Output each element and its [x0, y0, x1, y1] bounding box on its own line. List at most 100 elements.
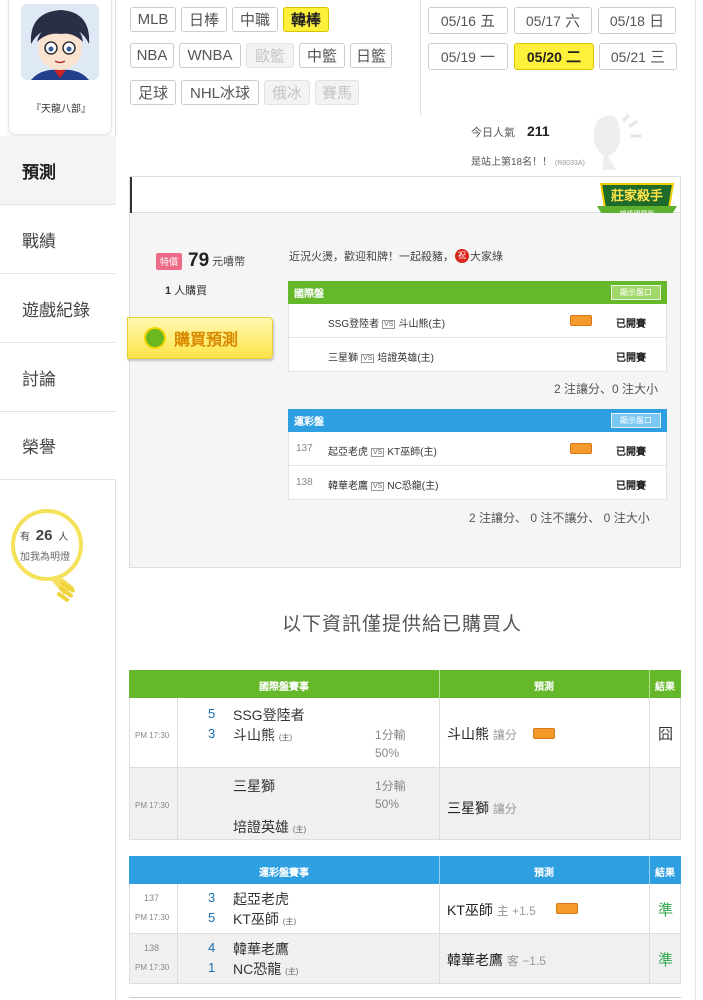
away-team: 起亞老虎 — [328, 447, 368, 458]
fans-suffix: 人 — [58, 532, 69, 543]
home-team: NC恐龍(主) — [387, 481, 439, 492]
blessing-icon: 祝 — [455, 249, 469, 263]
league-cpbl[interactable]: 中職 — [232, 7, 278, 32]
fans-count: 26 — [35, 527, 53, 544]
result-intl-header: 國際盤賽事 預測 結果 — [129, 670, 681, 698]
home-team: KT巫師(主) — [387, 447, 437, 458]
table-row: PM 17:30 5 SSG登陸者 3 斗山熊 (主) 1分輸 50% 斗山熊 … — [129, 698, 681, 768]
date-0516[interactable]: 05/16 五 — [428, 7, 508, 34]
game-time: PM 17:30 — [135, 731, 170, 740]
intro-text: 近況火燙，歡迎和牌！一起殺豬， 祝 大家綠 — [289, 248, 503, 264]
date-label: 05/20 — [526, 48, 562, 65]
avatar[interactable] — [21, 4, 99, 80]
popularity-rank: 是站上第18名！！ (R8033A) — [471, 153, 585, 168]
day-label: 五 — [480, 13, 496, 30]
result-mark: 準 — [658, 902, 674, 919]
day-label: 二 — [566, 49, 582, 66]
game-number: 137 — [144, 893, 160, 903]
rank-code: (R8033A) — [554, 160, 585, 167]
day-label: 日 — [649, 13, 665, 30]
buy-prediction-button[interactable]: 購買預測 — [127, 317, 273, 359]
game-number: 138 — [296, 477, 313, 488]
league-euro-basketball: 歐籃 — [246, 43, 294, 68]
profile-card: 『天龍八部』 — [8, 0, 112, 135]
league-kbo[interactable]: 韓棒 — [283, 7, 329, 32]
intl-table-header: 國際盤 顯示盤口 — [288, 281, 667, 304]
league-wnba[interactable]: WNBA — [179, 43, 241, 68]
league-nhl[interactable]: NHL冰球 — [181, 80, 259, 105]
king-tag-icon — [570, 315, 592, 326]
intro-post: 大家綠 — [470, 251, 503, 263]
col-prediction: 預測 — [534, 682, 554, 693]
show-odds-button[interactable]: 顯示盤口 — [611, 285, 661, 300]
vs-icon: VS — [361, 354, 375, 363]
table-row: 138 PM 17:30 4 韓華老鷹 1 NC恐龍 (主) 韓華老鷹 客 −1… — [129, 934, 681, 984]
away-team: 起亞老虎 — [233, 891, 289, 907]
table-row: 138 韓華老鷹 VS NC恐龍(主) 已開賽 — [288, 466, 667, 500]
fans-bulb[interactable]: 有 26 人 加我為明燈 — [8, 507, 86, 607]
date-label: 05/17 — [525, 12, 561, 29]
handicap-pct: 50% — [375, 746, 400, 760]
date-0521[interactable]: 05/21 三 — [599, 43, 677, 70]
date-0518[interactable]: 05/18 日 — [598, 7, 676, 34]
king-tag-icon — [570, 443, 592, 454]
popularity-label: 今日人氣 — [471, 127, 515, 139]
rank-text: 是站上第18名！！ — [471, 157, 553, 168]
league-nba[interactable]: NBA — [130, 43, 174, 68]
pick-team: 韓華老鷹 — [447, 952, 503, 968]
buyers-count: 1 — [165, 285, 172, 297]
home-score: 3 — [208, 726, 216, 741]
home-team: NC恐龍 — [233, 961, 282, 977]
lottery-summary: 2 注讓分、 0 注不讓分、 0 注大小 — [469, 511, 650, 525]
date-0517[interactable]: 05/17 六 — [514, 7, 592, 34]
pick-team: 斗山熊 — [447, 726, 489, 742]
date-0520[interactable]: 05/20 二 — [514, 43, 594, 70]
league-npb[interactable]: 日棒 — [181, 7, 227, 32]
lottery-table-header: 運彩盤 顯示盤口 — [288, 409, 667, 432]
game-time: PM 17:30 — [135, 963, 170, 972]
home-team: 培證英雄 — [233, 819, 289, 835]
table-row: PM 17:30 三星獅 培證英雄 (主) 1分輸 50% 三星獅 讓分 — [129, 768, 681, 840]
buyers-label: 人購買 — [174, 285, 208, 297]
date-0519[interactable]: 05/19 一 — [428, 43, 508, 70]
intro-pre: 近況火燙，歡迎和牌！一起殺豬， — [289, 251, 454, 263]
league-soccer[interactable]: 足球 — [130, 80, 176, 105]
league-mlb[interactable]: MLB — [130, 7, 176, 32]
lottery-title: 運彩盤 — [294, 417, 324, 428]
tab-honors[interactable]: 榮譽 — [0, 411, 116, 480]
pick-type: 客 −1.5 — [506, 954, 546, 968]
sidebar: 『天龍八部』 預測 戰績 遊戲紀錄 討論 榮譽 有 26 人 加我為明燈 — [0, 0, 116, 1000]
day-label: 六 — [565, 13, 581, 30]
away-score: 5 — [208, 706, 216, 721]
col-result: 結果 — [655, 682, 675, 693]
league-cba[interactable]: 中籃 — [299, 43, 345, 68]
tab-record[interactable]: 戰績 — [0, 204, 116, 273]
buyers: 1 人購買 — [165, 282, 207, 298]
table-row: 137 PM 17:30 3 起亞老虎 5 KT巫師 (主) KT巫師 主 +1… — [129, 884, 681, 934]
tab-discussion[interactable]: 討論 — [0, 342, 116, 411]
badge-title: 莊家殺手 — [610, 188, 663, 203]
game-status: 已開賽 — [616, 319, 646, 330]
game-status: 已開賽 — [616, 481, 646, 492]
away-team: SSG登陸者 — [328, 319, 380, 330]
sale-tag: 特價 — [156, 252, 183, 270]
popularity: 今日人氣 211 — [471, 123, 550, 140]
tab-game-history[interactable]: 遊戲紀錄 — [0, 273, 116, 342]
tab-predictions[interactable]: 預測 — [0, 136, 116, 205]
handicap-line: 1分輸 — [375, 779, 406, 793]
game-time: PM 17:30 — [135, 913, 170, 922]
away-team: 韓華老鷹 — [233, 941, 289, 957]
game-status: 已開賽 — [616, 353, 646, 364]
result-mark: 囧 — [658, 726, 674, 743]
table-row: 137 起亞老虎 VS KT巫師(主) 已開賽 — [288, 432, 667, 466]
result-mark: 準 — [658, 952, 674, 969]
vs-icon: VS — [371, 448, 385, 457]
username[interactable]: 『天龍八部』 — [9, 100, 113, 115]
home-team: KT巫師 — [233, 911, 279, 927]
league-jp-basketball[interactable]: 日籃 — [350, 43, 392, 68]
pick-team: 三星獅 — [447, 800, 489, 816]
show-odds-button[interactable]: 顯示盤口 — [611, 413, 661, 428]
game-number: 137 — [296, 443, 313, 454]
handicap-pct: 50% — [375, 797, 400, 811]
home-mark: (主) — [278, 733, 293, 742]
